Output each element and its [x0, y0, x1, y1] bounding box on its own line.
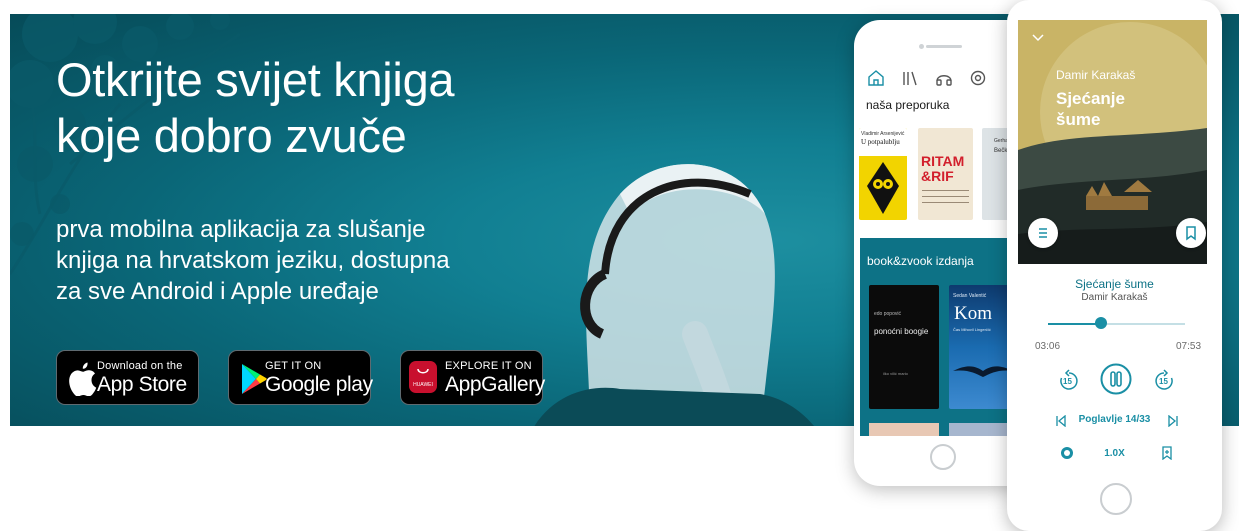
home-icon[interactable] — [866, 68, 886, 88]
bookmark-icon — [1186, 226, 1196, 241]
seek-handle[interactable] — [1095, 317, 1108, 329]
huawei-icon: HUAWEI — [409, 361, 437, 393]
book-title: Kom — [954, 303, 992, 324]
app-gallery-button[interactable]: HUAWEI EXPLORE IT ON AppGallery — [400, 350, 545, 405]
section-title-editions: book&zvook izdanja — [867, 254, 974, 268]
book-author: Sedan Valentić — [953, 293, 987, 299]
book-cover[interactable]: RITAM &RIF — [918, 128, 973, 220]
cover-title: Sjećanje šume — [1056, 88, 1156, 130]
bookmark-button[interactable] — [1176, 218, 1206, 248]
headline-line: koje dobro zvuče — [56, 109, 407, 162]
store-name: Google play — [265, 373, 373, 396]
phone-speaker — [926, 45, 962, 48]
book-cover[interactable]: Vladimir Arsenijević U potpalublju — [859, 128, 907, 220]
settings-icon[interactable] — [968, 68, 988, 88]
chapter-indicator: Poglavlje 14/33 — [1078, 414, 1151, 425]
track-author: Damir Karakaš — [1081, 292, 1148, 303]
home-button[interactable] — [930, 444, 956, 470]
elapsed-time: 03:06 — [1035, 341, 1061, 352]
book-author: Vladimir Arsenijević — [861, 131, 905, 137]
section-title-recommended: naša preporuka — [866, 98, 950, 112]
google-play-button[interactable]: GET IT ON Google play — [228, 350, 373, 405]
cover-title-line: Sjećanje — [1056, 89, 1125, 108]
home-button[interactable] — [1100, 483, 1132, 515]
book-cover[interactable]: edo popović ponoćni boogie ilko vilić ma… — [869, 285, 939, 409]
huawei-bag-mark — [417, 368, 429, 374]
pause-button[interactable] — [1100, 363, 1132, 395]
hero-subtitle: prva mobilna aplikacija za slušanje knji… — [56, 214, 516, 307]
seek-bar[interactable] — [1048, 317, 1185, 329]
book-title: ponoćni boogie — [874, 327, 929, 336]
apple-icon — [69, 362, 97, 396]
chevron-down-icon[interactable] — [1032, 34, 1044, 42]
store-caption: EXPLORE IT ON — [445, 360, 532, 372]
app-store-button[interactable]: Download on the App Store — [56, 350, 199, 405]
camera-dot — [919, 44, 924, 49]
list-icon — [1039, 228, 1047, 238]
subtitle-line: knjiga na hrvatskom jeziku, dostupna — [56, 247, 450, 274]
book-title: U potpalublju — [861, 138, 900, 146]
pause-icon — [1100, 363, 1132, 395]
subtitle-line: prva mobilna aplikacija za slušanje — [56, 216, 426, 243]
add-bookmark-button[interactable] — [1160, 446, 1174, 461]
total-time: 07:53 — [1176, 341, 1202, 352]
skip-forward-button[interactable]: 15 — [1153, 369, 1175, 393]
chapter-list-button[interactable] — [1028, 218, 1058, 248]
listener-silhouette — [534, 164, 814, 426]
book-author: edo popović — [874, 311, 901, 317]
next-icon — [1168, 414, 1178, 428]
bookmark-add-icon — [1162, 446, 1172, 461]
huawei-label: HUAWEI — [413, 382, 433, 388]
headline-line: Otkrijte svijet knjiga — [56, 53, 455, 106]
book-art — [867, 162, 899, 214]
book-title: RITAM &RIF — [921, 153, 965, 184]
cover-title-line: šume — [1056, 110, 1101, 129]
album-cover: Damir Karakaš Sjećanje šume — [1018, 20, 1207, 264]
skip-forward-amount: 15 — [1159, 377, 1168, 386]
hero-headline: Otkrijte svijet knjiga koje dobro zvuče — [56, 52, 576, 164]
track-title: Sjećanje šume — [1075, 277, 1154, 291]
store-caption: GET IT ON — [265, 360, 322, 372]
seek-progress — [1048, 323, 1102, 325]
phone-player-screen: Damir Karakaš Sjećanje šume Sjećanje šum… — [1007, 0, 1222, 531]
store-caption: Download on the — [97, 360, 183, 372]
store-name: App Store — [97, 373, 187, 396]
book-subtitle: Čas Mihovil Lingerčić — [953, 327, 991, 332]
library-icon[interactable] — [900, 68, 920, 88]
headphones-icon[interactable] — [934, 68, 954, 88]
skip-back-button[interactable]: 15 — [1058, 369, 1080, 393]
book-footer: ilko vilić mario — [883, 371, 908, 376]
cover-author: Damir Karakaš — [1056, 68, 1136, 82]
skip-back-amount: 15 — [1063, 377, 1072, 386]
next-chapter-button[interactable] — [1167, 414, 1179, 428]
store-name: AppGallery — [445, 373, 545, 396]
playback-speed[interactable]: 1.0X — [1007, 448, 1222, 459]
subtitle-line: za sve Android i Apple uređaje — [56, 278, 379, 305]
